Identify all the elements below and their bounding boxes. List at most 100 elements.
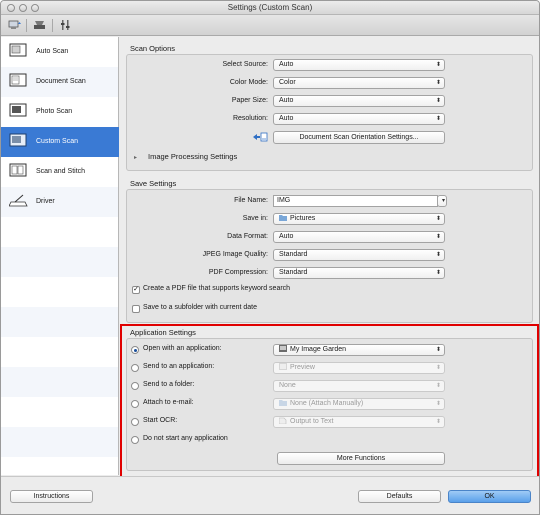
start-ocr-label: Start OCR: — [143, 417, 178, 424]
start-ocr-popup[interactable]: Output to Text ⬍ — [273, 416, 445, 428]
scan-from-panel-icon[interactable] — [32, 18, 47, 32]
send-to-app-radio[interactable] — [131, 364, 139, 372]
title-bar: Settings (Custom Scan) — [1, 1, 539, 15]
toolbar — [1, 15, 539, 36]
folder-icon — [279, 399, 287, 406]
more-functions-button[interactable]: More Functions — [277, 452, 445, 465]
toolbar-separator — [26, 19, 27, 32]
sidebar-item-label: Scan and Stitch — [36, 168, 86, 175]
jpeg-quality-popup[interactable]: Standard ⬍ — [273, 249, 445, 261]
send-to-folder-radio[interactable] — [131, 382, 139, 390]
scan-options-title: Scan Options — [130, 44, 176, 53]
save-settings-title: Save Settings — [130, 179, 177, 188]
application-settings-title: Application Settings — [130, 328, 196, 337]
data-format-popup[interactable]: Auto ⬍ — [273, 231, 445, 243]
scan-and-stitch-icon — [9, 162, 29, 180]
popup-arrows-icon: ⬍ — [435, 347, 441, 353]
pdf-compression-label: PDF Compression: — [208, 269, 268, 276]
start-ocr-radio[interactable] — [131, 418, 139, 426]
paper-size-popup[interactable]: Auto ⬍ — [273, 95, 445, 107]
open-with-app-radio[interactable] — [131, 346, 139, 354]
send-to-app-value: Preview — [290, 364, 315, 371]
keyword-pdf-checkbox[interactable]: ✓ — [132, 286, 140, 294]
popup-arrows-icon: ⬍ — [435, 98, 441, 104]
select-source-value: Auto — [279, 61, 294, 68]
select-source-popup[interactable]: Auto ⬍ — [273, 59, 445, 71]
defaults-button[interactable]: Defaults — [358, 490, 441, 503]
color-mode-popup[interactable]: Color ⬍ — [273, 77, 445, 89]
select-source-label: Select Source: — [222, 61, 268, 68]
popup-arrows-icon: ⬍ — [435, 80, 441, 86]
orientation-settings-button[interactable]: Document Scan Orientation Settings... — [273, 131, 445, 144]
sidebar-item-custom-scan[interactable]: Custom Scan — [1, 127, 119, 157]
window-title: Settings (Custom Scan) — [227, 3, 313, 12]
pdf-compression-popup[interactable]: Standard ⬍ — [273, 267, 445, 279]
scan-from-computer-icon[interactable] — [7, 18, 22, 32]
ocr-icon — [278, 417, 287, 425]
keyword-pdf-label: Create a PDF file that supports keyword … — [143, 285, 291, 292]
pdf-compression-value: Standard — [279, 269, 308, 276]
send-to-app-label: Send to an application: — [143, 363, 215, 370]
send-to-app-popup[interactable]: Preview ⬍ — [273, 362, 445, 374]
settings-content: Scan Options Select Source: Auto ⬍ Color … — [120, 37, 539, 478]
paper-size-value: Auto — [279, 97, 294, 104]
color-mode-label: Color Mode: — [229, 79, 268, 86]
attach-email-label: Attach to e-mail: — [143, 399, 194, 406]
send-to-folder-label: Send to a folder: — [143, 381, 195, 388]
popup-arrows-icon: ⬍ — [435, 401, 441, 407]
minimize-window-button[interactable] — [19, 4, 27, 12]
close-window-button[interactable] — [7, 4, 15, 12]
sidebar-item-label: Driver — [36, 198, 55, 205]
resolution-value: Auto — [279, 115, 294, 122]
sidebar-item-driver[interactable]: Driver — [1, 187, 119, 217]
file-name-input[interactable]: IMG — [273, 195, 438, 207]
popup-arrows-icon: ⬍ — [435, 216, 441, 222]
sidebar-item-scan-and-stitch[interactable]: Scan and Stitch — [1, 157, 119, 187]
resolution-label: Resolution: — [232, 115, 268, 122]
no-app-radio[interactable] — [131, 436, 139, 444]
scan-type-sidebar: Auto Scan Document Scan Photo Scan Custo… — [1, 37, 119, 475]
attach-email-value: None (Attach Manually) — [290, 400, 364, 407]
sidebar-item-label: Photo Scan — [36, 108, 73, 115]
no-app-label: Do not start any application — [143, 435, 228, 442]
sidebar-item-document-scan[interactable]: Document Scan — [1, 67, 119, 97]
subfolder-checkbox[interactable] — [132, 305, 140, 313]
popup-arrows-icon: ⬍ — [435, 234, 441, 240]
image-processing-toggle[interactable]: Image Processing Settings — [148, 152, 237, 161]
sidebar-item-label: Auto Scan — [36, 48, 69, 55]
file-name-dropdown[interactable]: ▾ — [437, 195, 447, 207]
data-format-value: Auto — [279, 233, 294, 240]
settings-window: Settings (Custom Scan) Auto Scan Documen… — [0, 0, 540, 515]
popup-arrows-icon: ⬍ — [435, 116, 441, 122]
custom-scan-icon — [9, 132, 29, 150]
resolution-popup[interactable]: Auto ⬍ — [273, 113, 445, 125]
ok-button[interactable]: OK — [448, 490, 531, 503]
subfolder-label: Save to a subfolder with current date — [143, 304, 258, 311]
disclosure-triangle-icon[interactable]: ▸ — [134, 154, 137, 161]
instructions-button[interactable]: Instructions — [10, 490, 93, 503]
attach-email-radio[interactable] — [131, 400, 139, 408]
popup-arrows-icon: ⬍ — [435, 419, 441, 425]
save-in-popup[interactable]: Pictures ⬍ — [273, 213, 445, 225]
auto-scan-icon — [9, 42, 29, 60]
send-to-folder-value: None — [279, 382, 296, 389]
sidebar-item-label: Custom Scan — [36, 138, 79, 145]
attach-email-popup[interactable]: None (Attach Manually) ⬍ — [273, 398, 445, 410]
preview-app-icon — [279, 363, 287, 370]
photo-scan-icon — [9, 102, 29, 120]
zoom-window-button[interactable] — [31, 4, 39, 12]
save-in-value: Pictures — [290, 215, 316, 222]
sidebar-item-auto-scan[interactable]: Auto Scan — [1, 37, 119, 67]
general-settings-icon[interactable] — [58, 18, 73, 32]
data-format-label: Data Format: — [227, 233, 268, 240]
toolbar-separator — [52, 19, 53, 32]
send-to-folder-popup[interactable]: None ⬍ — [273, 380, 445, 392]
document-scan-icon — [9, 72, 29, 90]
sidebar-item-photo-scan[interactable]: Photo Scan — [1, 97, 119, 127]
driver-icon — [8, 192, 29, 210]
save-in-label: Save in: — [242, 215, 268, 222]
jpeg-quality-label: JPEG Image Quality: — [202, 251, 268, 258]
orientation-icon — [252, 132, 268, 142]
open-with-app-popup[interactable]: My Image Garden ⬍ — [273, 344, 445, 356]
jpeg-quality-value: Standard — [279, 251, 308, 258]
